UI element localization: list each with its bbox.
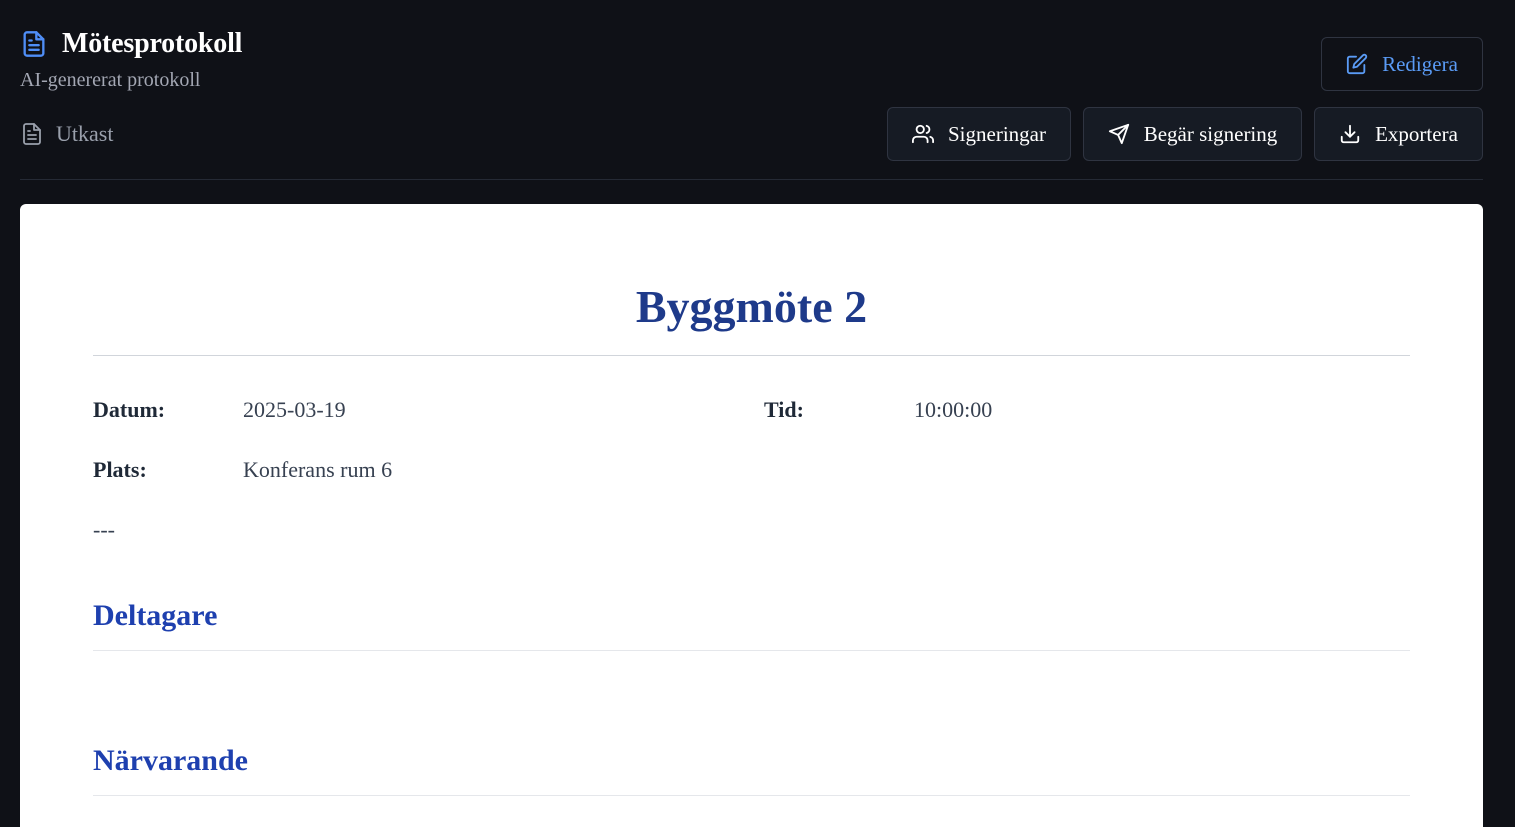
export-button-label: Exportera	[1375, 121, 1458, 146]
title-divider	[93, 355, 1410, 356]
status-badge: Utkast	[20, 120, 113, 148]
text-separator: ---	[93, 517, 115, 542]
edit-button[interactable]: Redigera	[1321, 37, 1483, 91]
document-outline-icon	[20, 121, 44, 147]
present-heading: Närvarande	[93, 744, 248, 777]
request-signature-button[interactable]: Begär signering	[1083, 107, 1302, 161]
time-value: 10:00:00	[914, 397, 993, 422]
users-icon	[912, 123, 934, 145]
time-label: Tid:	[764, 397, 804, 422]
place-value: Konferans rum 6	[243, 457, 393, 482]
date-label: Datum:	[93, 397, 166, 422]
present-divider	[93, 795, 1410, 796]
place-label: Plats:	[93, 457, 147, 482]
page-title: Mötesprotokoll	[62, 28, 243, 59]
signatures-button[interactable]: Signeringar	[887, 107, 1071, 161]
participants-divider	[93, 650, 1410, 651]
document-card: Byggmöte 2 Datum: 2025-03-19 Tid: 10:00:…	[20, 204, 1483, 827]
download-icon	[1339, 123, 1361, 145]
export-button[interactable]: Exportera	[1314, 107, 1483, 161]
title-row: Mötesprotokoll	[20, 28, 242, 60]
document-icon	[20, 28, 48, 60]
header-divider	[20, 179, 1483, 180]
date-value: 2025-03-19	[243, 397, 346, 422]
send-icon	[1108, 123, 1130, 145]
pencil-square-icon	[1346, 53, 1368, 75]
page-subtitle: AI-genererat protokoll	[20, 69, 201, 91]
edit-button-label: Redigera	[1382, 51, 1458, 76]
status-label: Utkast	[56, 121, 114, 146]
signatures-button-label: Signeringar	[948, 121, 1046, 146]
participants-heading: Deltagare	[93, 599, 218, 632]
document-title: Byggmöte 2	[635, 281, 868, 332]
request-signature-button-label: Begär signering	[1143, 121, 1278, 146]
app-window: Mötesprotokoll AI-genererat protokoll Ut…	[0, 0, 1515, 827]
